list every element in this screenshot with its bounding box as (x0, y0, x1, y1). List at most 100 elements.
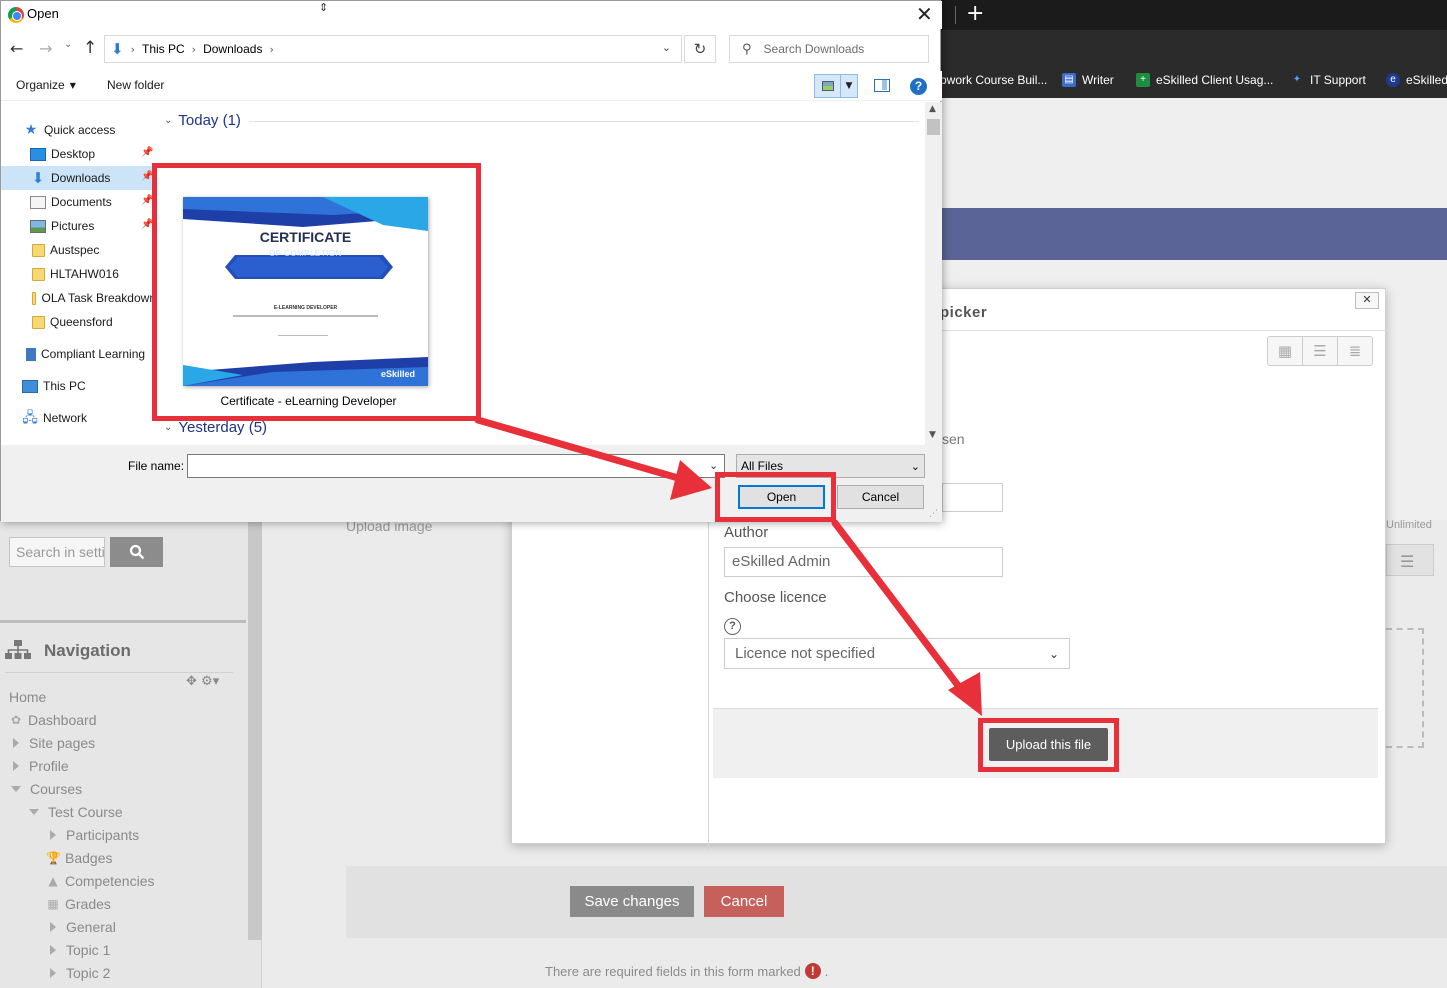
gear-icon[interactable]: ⚙▾ (201, 674, 219, 689)
tree-item-compliant-learning[interactable]: Compliant Learning (1, 342, 156, 366)
file-name-field-label: File name: (128, 459, 185, 473)
address-bar[interactable]: ⬇ › This PC › Downloads › ⌄ (104, 35, 682, 63)
chevron-right-icon: › (191, 42, 197, 56)
documents-icon (30, 195, 46, 209)
preview-pane-icon[interactable] (874, 79, 890, 92)
chevron-down-icon[interactable]: ▼ (841, 75, 857, 97)
dialog-title: Open (27, 6, 59, 21)
bookmark-writer[interactable]: ▤ Writer (1062, 73, 1114, 87)
tree-item-hltahw016[interactable]: HLTAHW016 (1, 262, 156, 286)
tree-item-network[interactable]: 🖧 Network (1, 406, 156, 430)
nav-item-topic-2[interactable]: Topic 2 (50, 965, 110, 981)
bookmark-eskilled[interactable]: e eSkilled (1386, 73, 1447, 87)
group-header-today[interactable]: ⌄ Today (1) (164, 112, 241, 129)
author-input[interactable]: eSkilled Admin (724, 547, 1003, 577)
writer-icon: ▤ (1062, 73, 1076, 87)
chevron-down-icon[interactable]: ⌄ (662, 41, 671, 54)
scroll-down-icon[interactable]: ▼ (929, 430, 936, 440)
navigation-pane: ★ Quick access Desktop 📌 ⬇ Downloads 📌 Docum… (1, 102, 156, 445)
list-view-icon[interactable]: ☰ (1303, 337, 1338, 365)
nav-item-dashboard[interactable]: ✿ Dashboard (9, 712, 97, 728)
close-icon[interactable]: ✕ (1355, 292, 1379, 309)
tree-item-this-pc[interactable]: This PC (1, 374, 156, 398)
new-tab-icon[interactable]: + (966, 2, 984, 26)
back-arrow-icon[interactable]: ← (10, 39, 23, 58)
chevron-down-icon[interactable]: ⌄ (709, 459, 718, 472)
left-column-scrollbar[interactable] (248, 520, 262, 940)
pictures-icon (30, 219, 46, 233)
help-icon[interactable]: ? (724, 618, 741, 635)
file-list-scrollbar[interactable]: ▲ ▼ (925, 102, 942, 445)
tree-item-ola-task-breakdown[interactable]: OLA Task Breakdown (1, 286, 156, 310)
scroll-up-icon[interactable]: ▲ (929, 104, 936, 114)
new-folder-button[interactable]: New folder (107, 78, 164, 92)
scrollbar-thumb[interactable] (927, 119, 940, 135)
nav-item-home[interactable]: Home (9, 689, 46, 705)
breadcrumb-downloads[interactable]: Downloads (203, 42, 262, 56)
navigation-block-tools[interactable]: ✥ ⚙▾ (186, 674, 219, 689)
settings-search-button[interactable] (110, 537, 163, 567)
close-icon[interactable]: ✕ (916, 3, 933, 25)
nav-item-competencies[interactable]: ▲ Competencies (46, 873, 154, 889)
list-view-icon[interactable]: ☰ (1400, 552, 1414, 571)
change-view-button[interactable]: ▼ (814, 74, 858, 98)
up-arrow-icon[interactable]: ↑ (83, 38, 97, 58)
nav-item-grades[interactable]: ▦ Grades (46, 896, 111, 912)
file-drop-zone[interactable] (1386, 628, 1424, 748)
tree-item-desktop[interactable]: Desktop 📌 (1, 142, 156, 166)
desktop-icon (30, 147, 46, 161)
resize-grip-icon[interactable]: ⋰ (929, 509, 938, 519)
tree-item-austspec[interactable]: Austspec (1, 238, 156, 262)
help-icon[interactable]: ? (910, 78, 927, 95)
nav-item-test-course[interactable]: Test Course (29, 804, 123, 820)
settings-search-input[interactable]: Search in settings (9, 537, 105, 567)
folder-icon (32, 291, 37, 305)
download-icon: ⬇ (111, 40, 124, 58)
moodle-header-band (940, 208, 1447, 260)
dialog-cancel-button[interactable]: Cancel (837, 485, 924, 509)
moodle-left-column (0, 520, 262, 988)
nav-item-general[interactable]: General (50, 919, 116, 935)
move-icon[interactable]: ✥ (186, 674, 197, 689)
nav-item-courses[interactable]: Courses (11, 781, 82, 797)
expanded-arrow-icon (11, 786, 21, 792)
licence-select[interactable]: Licence not specified ⌄ (724, 638, 1070, 669)
bookmark-it-support[interactable]: ✦ IT Support (1290, 73, 1366, 87)
bookmark-course-builder[interactable]: pwork Course Buil... (940, 73, 1047, 87)
cancel-button[interactable]: Cancel (704, 886, 784, 917)
group-header-yesterday[interactable]: ⌄ Yesterday (5) (164, 419, 267, 436)
tree-item-queensford[interactable]: Queensford (1, 310, 156, 334)
tree-item-downloads[interactable]: ⬇ Downloads 📌 (1, 166, 156, 190)
organize-menu[interactable]: Organize ▼ (16, 78, 76, 92)
computer-icon (22, 379, 38, 393)
grades-table-icon: ▦ (47, 897, 59, 911)
navigation-title: Navigation (44, 641, 131, 660)
network-icon: 🖧 (22, 409, 38, 426)
icon-view-icon[interactable]: ▦ (1268, 337, 1303, 365)
nav-item-site-pages[interactable]: Site pages (13, 735, 95, 751)
recent-locations-icon[interactable]: ⌄ (64, 39, 72, 50)
highlight-inner-border (161, 172, 472, 412)
file-name-input[interactable] (187, 454, 725, 478)
breadcrumb-this-pc[interactable]: This PC (142, 42, 185, 56)
tree-item-documents[interactable]: Documents 📌 (1, 190, 156, 214)
bookmark-client-usage[interactable]: + eSkilled Client Usag... (1136, 73, 1273, 87)
refresh-icon[interactable]: ↻ (684, 35, 716, 63)
star-icon: ★ (24, 121, 38, 138)
tab-separator (955, 6, 956, 24)
search-downloads-input[interactable]: ⚲ Search Downloads (729, 35, 929, 63)
nav-item-participants[interactable]: Participants (50, 827, 139, 843)
navigation-underline (5, 672, 233, 673)
tree-item-pictures[interactable]: Pictures 📌 (1, 214, 156, 238)
nav-item-topic-1[interactable]: Topic 1 (50, 942, 110, 958)
licence-label: Choose licence (724, 589, 827, 606)
nav-item-profile[interactable]: Profile (13, 758, 69, 774)
forward-arrow-icon[interactable]: → (39, 39, 52, 58)
save-as-input[interactable] (942, 483, 1003, 512)
file-picker-title: picker (940, 304, 988, 321)
tree-item-quick-access[interactable]: ★ Quick access (1, 118, 156, 142)
nav-item-badges[interactable]: 🏆 Badges (46, 850, 112, 866)
save-changes-button[interactable]: Save changes (570, 886, 694, 917)
tree-view-icon[interactable]: ≣ (1338, 337, 1372, 365)
dialog-toolbar: Organize ▼ New folder (1, 71, 942, 101)
